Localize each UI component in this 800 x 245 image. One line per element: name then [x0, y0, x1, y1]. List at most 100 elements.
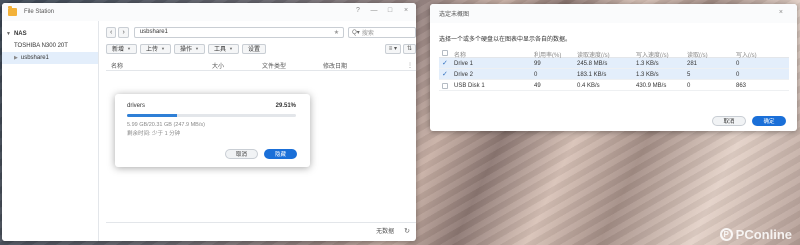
caret-right-icon[interactable]: ▶ [14, 55, 18, 61]
cancel-button[interactable]: 取消 [225, 149, 258, 159]
column-name[interactable]: 名称 [111, 61, 123, 70]
sort-button[interactable]: ⇅ [402, 43, 416, 54]
search-input[interactable]: Q▾ 搜索 [348, 26, 416, 38]
tree-item-label: usbshare1 [20, 55, 49, 61]
dropdown-icon: ▼ [161, 46, 165, 51]
no-data-text: 无数据 [376, 229, 395, 235]
search-icon: Q▾ [352, 29, 360, 36]
forward-button[interactable]: › [118, 26, 129, 38]
list-view-button[interactable]: ≡ ▾ [384, 43, 401, 54]
file-list-header: 名称 大小 文件类型 修改日期 ⋮ [106, 60, 416, 71]
table-header: 名称 利用率(%) 读取速度(/s) 写入速度(/s) 读取(/s) 写入(/s… [439, 47, 789, 59]
column-file-type[interactable]: 文件类型 [262, 61, 286, 70]
disk-utilization: 49 [534, 82, 541, 89]
hide-button[interactable]: 隐藏 [264, 149, 297, 159]
disk-select-dialog: 选定未概图 × 选择一个或多个硬盘以在图表中显示各自的数据。 名称 利用率(%)… [430, 4, 797, 131]
tools-label: 工具 [213, 47, 226, 53]
dropdown-icon: ▼ [228, 46, 233, 51]
row-checkbox[interactable] [442, 82, 448, 89]
progress-size-text: 5.99 GB/20.31 GB (247.9 MB/s) [127, 122, 205, 128]
disk-write-speed: 1.3 KB/s [636, 60, 659, 67]
pconline-watermark: P PConline [719, 227, 792, 242]
cancel-button[interactable]: 取消 [712, 116, 746, 126]
navigation-bar: ‹ › usbshare1 ★ Q▾ 搜索 [106, 26, 416, 38]
maximize-icon[interactable]: □ [386, 7, 394, 14]
dialog-title: 选定未概图 [439, 12, 470, 18]
dialog-description: 选择一个或多个硬盘以在图表中显示各自的数据。 [439, 37, 572, 43]
dropdown-icon: ▼ [194, 46, 199, 51]
path-field[interactable]: usbshare1 ★ [133, 26, 345, 38]
new-label: 新增 [112, 47, 125, 53]
star-icon[interactable]: ★ [334, 29, 339, 36]
checkmark-icon[interactable]: ✓ [442, 59, 448, 67]
copy-progress-dialog: drivers 29.51% 5.99 GB/20.31 GB (247.9 M… [115, 94, 310, 167]
tree-item-toshiba[interactable]: TOSHIBA N300 20T [2, 40, 98, 52]
disk-write-ops: 863 [736, 82, 747, 89]
path-text: usbshare1 [139, 29, 168, 35]
tree-root-nas[interactable]: ▼ NAS [2, 27, 98, 40]
progress-percent: 29.51% [275, 103, 296, 109]
disk-read-ops: 281 [687, 60, 698, 67]
pconline-logo-icon: P [719, 228, 733, 241]
table-row[interactable]: USB Disk 1 49 0.4 KB/s 430.9 MB/s 0 863 [439, 80, 789, 91]
disk-read-ops: 0 [687, 82, 691, 89]
help-icon[interactable]: ? [354, 7, 362, 14]
watermark-text: PConline [735, 227, 792, 242]
action-button[interactable]: 操作 ▼ [173, 43, 205, 54]
dialog-title-bar[interactable]: 选定未概图 × [430, 4, 797, 23]
list-icon: ≡ ▾ [388, 46, 397, 52]
toolbar: 新增 ▼ 上传 ▼ 操作 ▼ 工具 ▼ 设置 ≡ ▾ ⇅ [106, 43, 416, 54]
disk-read-ops: 5 [687, 71, 691, 78]
tree-item-usbshare1[interactable]: ▶ usbshare1 [2, 52, 98, 64]
close-icon[interactable]: × [402, 7, 410, 14]
status-bar: 无数据 ↻ [106, 222, 416, 238]
disk-name: Drive 2 [454, 71, 474, 78]
tools-button[interactable]: 工具 ▼ [207, 43, 239, 54]
back-button[interactable]: ‹ [106, 26, 117, 38]
dialog-buttons: 取消 确定 [712, 116, 786, 126]
disk-name: Drive 1 [454, 60, 474, 67]
folder-tree: ▼ NAS TOSHIBA N300 20T ▶ usbshare1 [2, 21, 99, 241]
disk-read-speed: 0.4 KB/s [577, 82, 600, 89]
column-modified[interactable]: 修改日期 [323, 61, 347, 70]
upload-label: 上传 [145, 47, 158, 53]
table-row[interactable]: ✓ Drive 2 0 183.1 KB/s 1.3 KB/s 5 0 [439, 69, 789, 80]
disk-write-speed: 1.3 KB/s [636, 71, 659, 78]
upload-button[interactable]: 上传 ▼ [139, 43, 171, 54]
settings-button[interactable]: 设置 [241, 43, 266, 54]
disk-write-ops: 0 [736, 60, 740, 67]
window-title: File Station [24, 9, 55, 15]
column-size[interactable]: 大小 [212, 61, 224, 70]
action-label: 操作 [179, 47, 192, 53]
minimize-icon[interactable]: — [370, 7, 378, 14]
disk-name: USB Disk 1 [454, 82, 485, 89]
view-controls: ≡ ▾ ⇅ [384, 43, 416, 54]
caret-down-icon[interactable]: ▼ [6, 31, 11, 37]
table-row[interactable]: ✓ Drive 1 99 245.8 MB/s 1.3 KB/s 281 0 [439, 58, 789, 69]
disk-write-ops: 0 [736, 71, 740, 78]
disk-read-speed: 245.8 MB/s [577, 60, 608, 67]
tree-root-label: NAS [13, 30, 27, 37]
progress-bar [127, 114, 296, 117]
progress-bar-fill [127, 114, 177, 117]
checkmark-icon[interactable]: ✓ [442, 70, 448, 78]
progress-buttons: 取消 隐藏 [225, 149, 297, 159]
refresh-icon[interactable]: ↻ [404, 227, 410, 235]
search-placeholder: 搜索 [361, 30, 374, 37]
title-bar[interactable]: File Station ? — □ × [2, 3, 416, 21]
progress-remaining-text: 剩余时间: 少于 1 分钟 [127, 131, 181, 137]
confirm-button[interactable]: 确定 [752, 116, 786, 126]
window-controls: ? — □ × [354, 7, 410, 14]
disk-write-speed: 430.9 MB/s [636, 82, 667, 89]
disk-read-speed: 183.1 KB/s [577, 71, 607, 78]
close-icon[interactable]: × [779, 9, 783, 16]
disk-utilization: 99 [534, 60, 541, 67]
folder-icon [8, 6, 17, 16]
dropdown-icon: ▼ [127, 46, 131, 51]
disk-table: 名称 利用率(%) 读取速度(/s) 写入速度(/s) 读取(/s) 写入(/s… [439, 47, 789, 91]
select-all-checkbox[interactable] [442, 49, 448, 56]
progress-item-name: drivers [127, 103, 146, 109]
column-menu-icon[interactable]: ⋮ [407, 62, 413, 69]
new-button[interactable]: 新增 ▼ [106, 43, 137, 54]
tree-item-label: TOSHIBA N300 20T [14, 43, 68, 49]
